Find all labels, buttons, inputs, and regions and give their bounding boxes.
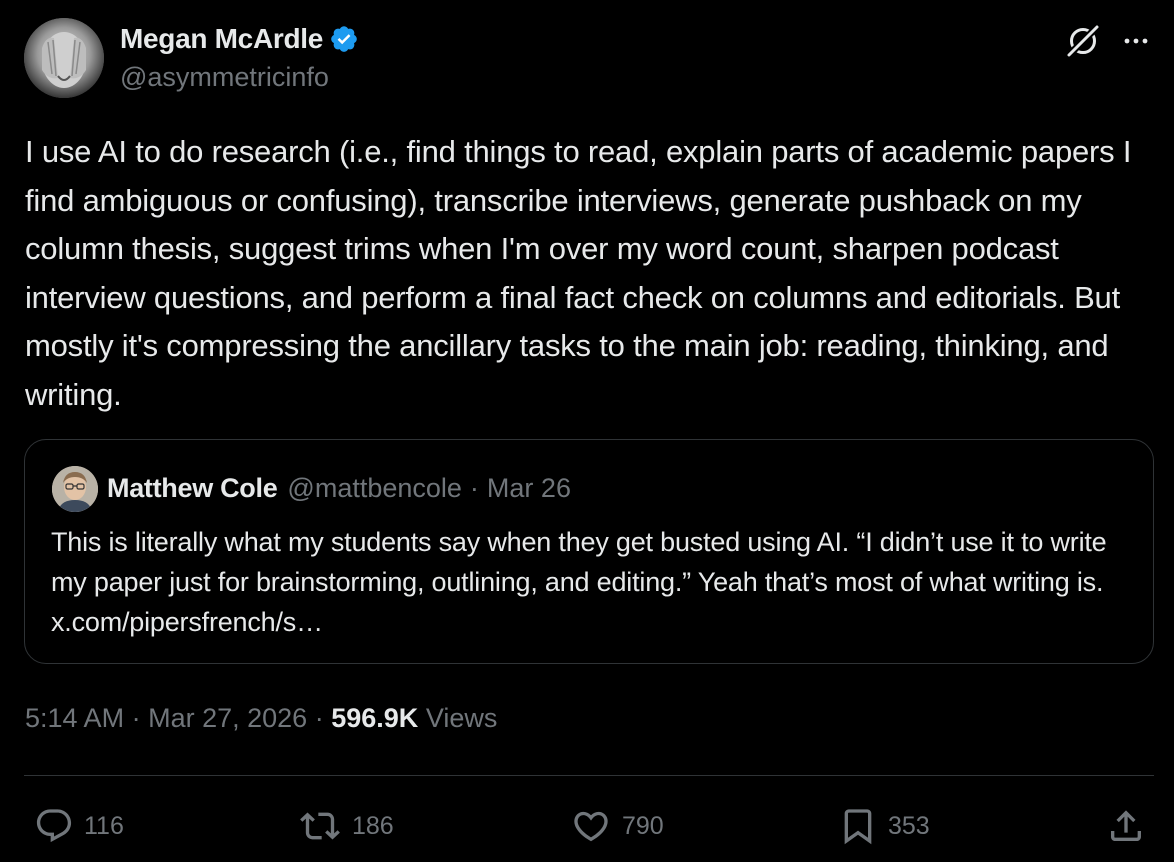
quote-header: Matthew Cole @mattbencole · Mar 26	[107, 473, 571, 504]
quote-text: This is literally what my students say w…	[51, 527, 1107, 637]
like-icon	[574, 811, 608, 842]
author-avatar[interactable]	[24, 18, 104, 98]
grok-icon[interactable]	[1064, 22, 1102, 60]
retweet-count: 186	[352, 811, 394, 840]
bookmark-icon	[844, 809, 872, 845]
tweet: Megan McArdle @asymmetricinfo I use AI t…	[0, 0, 1174, 862]
retweet-icon	[300, 812, 340, 840]
tweet-time[interactable]: 5:14 AM	[25, 703, 124, 733]
author-name-row: Megan McArdle	[120, 22, 359, 56]
bookmark-button[interactable]: 353	[838, 806, 930, 846]
meta-separator: ·	[131, 703, 141, 733]
like-button[interactable]: 790	[570, 806, 664, 846]
quote-date[interactable]: Mar 26	[487, 473, 571, 504]
tweet-meta: 5:14 AM · Mar 27, 2026 · 596.9K Views	[25, 703, 497, 734]
quote-author-handle[interactable]: @mattbencole	[287, 473, 462, 504]
author-handle[interactable]: @asymmetricinfo	[120, 62, 329, 93]
author-name[interactable]: Megan McArdle	[120, 23, 323, 55]
more-options-icon[interactable]	[1120, 26, 1152, 56]
reply-icon	[36, 809, 72, 843]
reply-count: 116	[84, 811, 124, 840]
views-count[interactable]: 596.9K	[331, 703, 418, 733]
like-count: 790	[622, 811, 664, 840]
tweet-date[interactable]: Mar 27, 2026	[148, 703, 307, 733]
quote-author-name[interactable]: Matthew Cole	[107, 473, 278, 504]
views-label: Views	[425, 703, 498, 733]
meta-separator: ·	[314, 703, 324, 733]
retweet-button[interactable]: 186	[298, 806, 394, 846]
quoted-tweet-card[interactable]: Matthew Cole @mattbencole · Mar 26 This …	[24, 439, 1154, 664]
verified-badge-icon[interactable]	[329, 24, 359, 54]
quote-author-avatar[interactable]	[52, 466, 98, 512]
reply-button[interactable]: 116	[34, 806, 124, 846]
divider	[24, 775, 1154, 776]
share-button[interactable]	[1106, 806, 1146, 846]
bookmark-count: 353	[888, 811, 930, 840]
share-icon	[1111, 810, 1141, 841]
quote-separator: ·	[469, 473, 479, 503]
tweet-text: I use AI to do research (i.e., find thin…	[25, 134, 1132, 412]
